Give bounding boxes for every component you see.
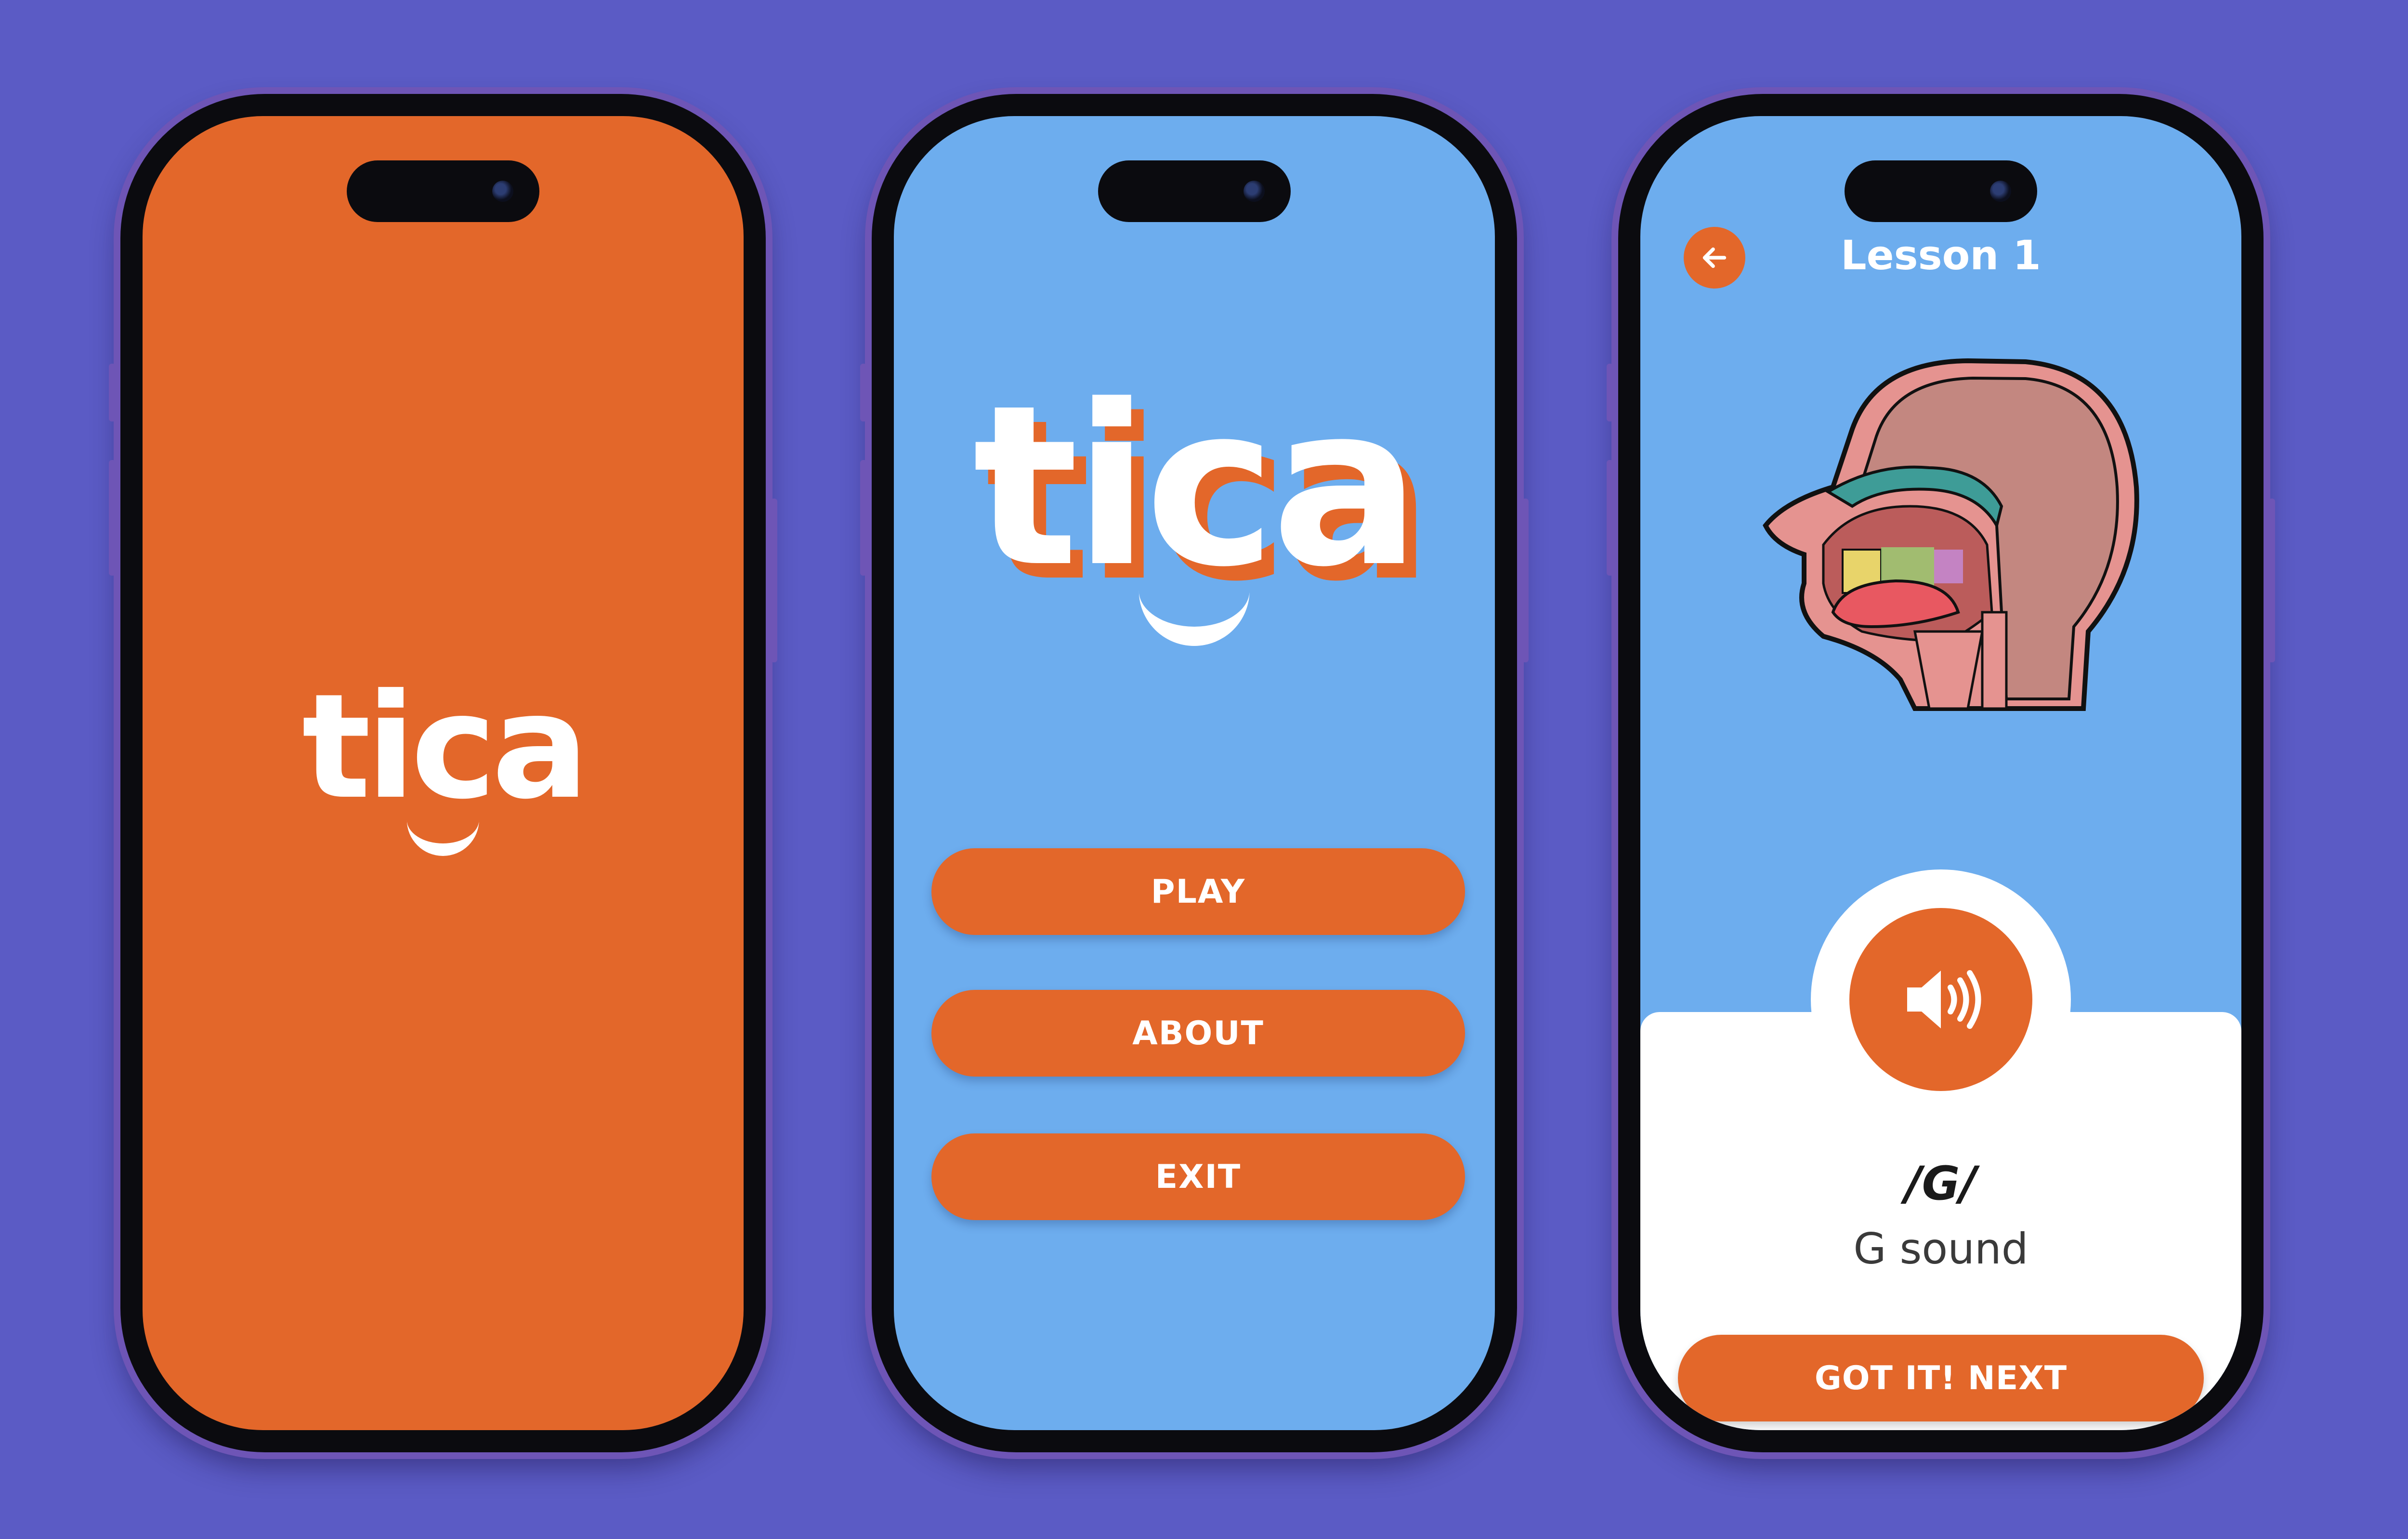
camera-icon <box>492 181 513 202</box>
head-cross-section-illustration <box>1763 358 2139 711</box>
phone-splash: tica <box>109 94 777 1452</box>
speaker-icon <box>1907 970 1981 1029</box>
dynamic-island <box>1098 160 1291 222</box>
lesson-screen: Lesson 1 /G/ G sound GOT IT! NEXT <box>1640 116 2241 1430</box>
about-button[interactable]: ABOUT <box>931 990 1465 1077</box>
got-it-next-button[interactable]: GOT IT! NEXT <box>1678 1335 2204 1421</box>
phone-menu: tica PLAY ABOUT EXIT <box>860 94 1529 1452</box>
phone-side-button <box>1522 499 1529 662</box>
dynamic-island <box>1845 160 2037 222</box>
splash-logo: tica <box>302 675 589 856</box>
play-sound-button[interactable] <box>1849 908 2032 1091</box>
phone-lesson: Lesson 1 /G/ G sound GOT IT! NEXT <box>1607 94 2275 1452</box>
exit-button[interactable]: EXIT <box>931 1133 1465 1220</box>
play-button[interactable]: PLAY <box>931 848 1465 935</box>
phone-side-button <box>1607 460 1613 576</box>
phoneme-symbol: /G/ <box>1905 1157 1977 1210</box>
splash-screen: tica <box>143 116 744 1430</box>
menu-screen: tica PLAY ABOUT EXIT <box>894 116 1495 1430</box>
phone-side-button <box>1607 364 1613 421</box>
camera-icon <box>1990 181 2011 202</box>
logo-smile <box>406 815 479 856</box>
sound-label: G sound <box>1853 1224 2028 1274</box>
phone-side-button <box>109 364 116 421</box>
phone-side-button <box>860 364 867 421</box>
menu-logo-text: tica <box>972 358 1421 616</box>
dynamic-island <box>347 160 539 222</box>
logo-smile <box>1139 583 1250 646</box>
splash-logo-text: tica <box>301 663 589 831</box>
phone-side-button <box>2268 499 2275 662</box>
lesson-title: Lesson 1 <box>1841 232 2041 279</box>
phone-side-button <box>860 460 867 576</box>
phone-side-button <box>109 460 116 576</box>
camera-icon <box>1243 181 1265 202</box>
menu-logo: tica <box>973 376 1421 646</box>
phone-side-button <box>771 499 777 662</box>
